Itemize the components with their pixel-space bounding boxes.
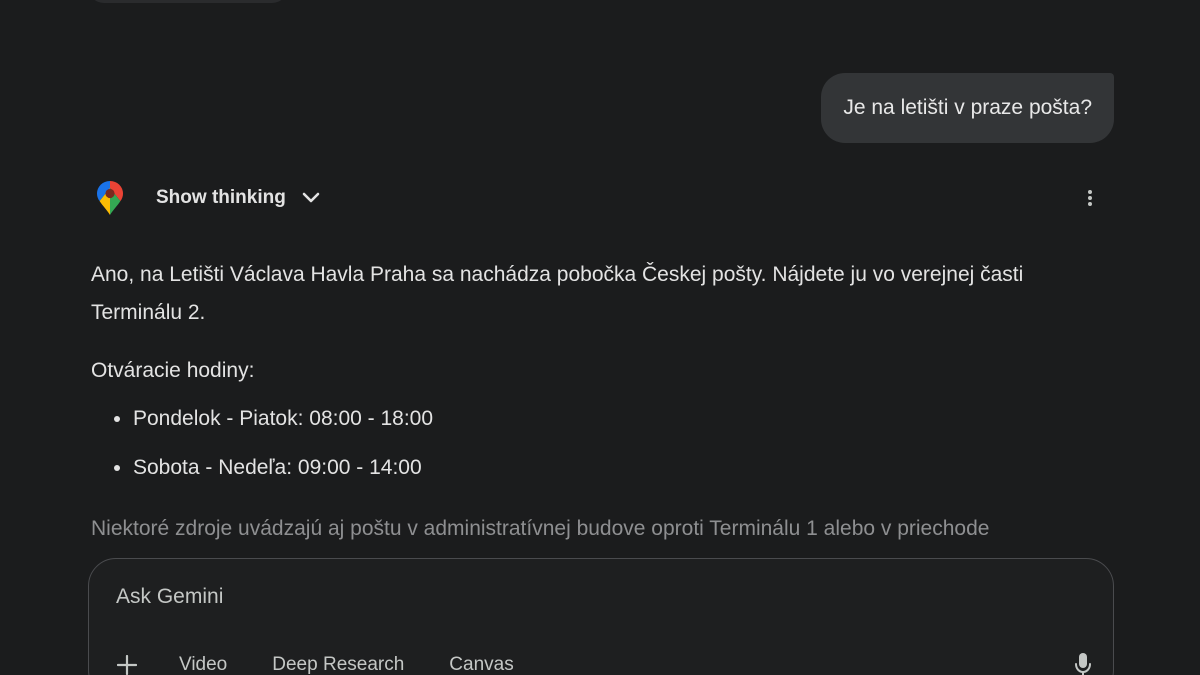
- previous-chip: [88, 0, 288, 3]
- show-thinking-label: Show thinking: [156, 187, 286, 208]
- video-button[interactable]: Video: [179, 654, 227, 675]
- user-message-text: Je na letišti v praze pošta?: [843, 96, 1092, 119]
- user-message-bubble: Je na letišti v praze pošta?: [821, 73, 1114, 143]
- response-intro: Ano, na Letišti Václava Havla Praha sa n…: [91, 263, 1024, 324]
- canvas-button[interactable]: Canvas: [449, 654, 513, 675]
- response-body: Ano, na Letišti Václava Havla Praha sa n…: [91, 256, 1091, 498]
- chevron-down-icon: [300, 187, 322, 209]
- list-item: Sobota - Nedeľa: 09:00 - 14:00: [133, 449, 1091, 487]
- google-maps-icon: [92, 180, 128, 216]
- add-icon[interactable]: [115, 653, 139, 675]
- response-trailing-text: Niektoré zdroje uvádzajú aj poštu v admi…: [91, 517, 990, 540]
- hours-list: Pondelok - Piatok: 08:00 - 18:00 Sobota …: [91, 400, 1091, 487]
- composer-toolbar: Video Deep Research Canvas: [115, 651, 1095, 675]
- microphone-icon[interactable]: [1071, 651, 1095, 675]
- ask-gemini-input[interactable]: [116, 585, 1016, 609]
- composer: Video Deep Research Canvas: [88, 558, 1114, 675]
- more-options-icon[interactable]: [1078, 183, 1102, 213]
- show-thinking-toggle[interactable]: Show thinking: [156, 187, 322, 209]
- hours-heading: Otváracie hodiny:: [91, 359, 255, 382]
- deep-research-button[interactable]: Deep Research: [272, 654, 404, 675]
- gemini-chat-page: Je na letišti v praze pošta? Show thinki…: [0, 0, 1200, 675]
- response-header: Show thinking: [92, 180, 1102, 216]
- list-item: Pondelok - Piatok: 08:00 - 18:00: [133, 400, 1091, 438]
